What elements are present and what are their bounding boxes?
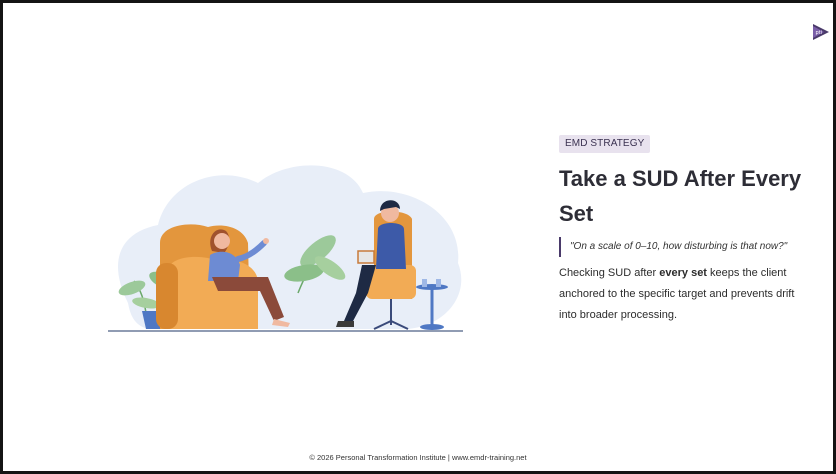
- footer-copyright: © 2026 Personal Transformation Institute…: [309, 453, 527, 462]
- svg-text:pti: pti: [816, 30, 823, 36]
- brand-logo-icon: pti: [813, 24, 829, 40]
- body-text-emphasis: every set: [659, 267, 707, 279]
- strategy-badge: EMD STRATEGY: [559, 135, 651, 153]
- body-text: Checking SUD after every set keeps the c…: [559, 263, 809, 326]
- client-quote: "On a scale of 0–10, how disturbing is t…: [559, 237, 809, 257]
- content-column: EMD STRATEGY Take a SUD After Every Set …: [559, 133, 809, 326]
- body-text-part: Checking SUD after: [559, 267, 660, 279]
- therapy-session-illustration: [108, 165, 463, 332]
- slide: pti EMD STRATEGY Take a SUD After Every …: [0, 0, 836, 474]
- slide-title: Take a SUD After Every Set: [559, 166, 802, 226]
